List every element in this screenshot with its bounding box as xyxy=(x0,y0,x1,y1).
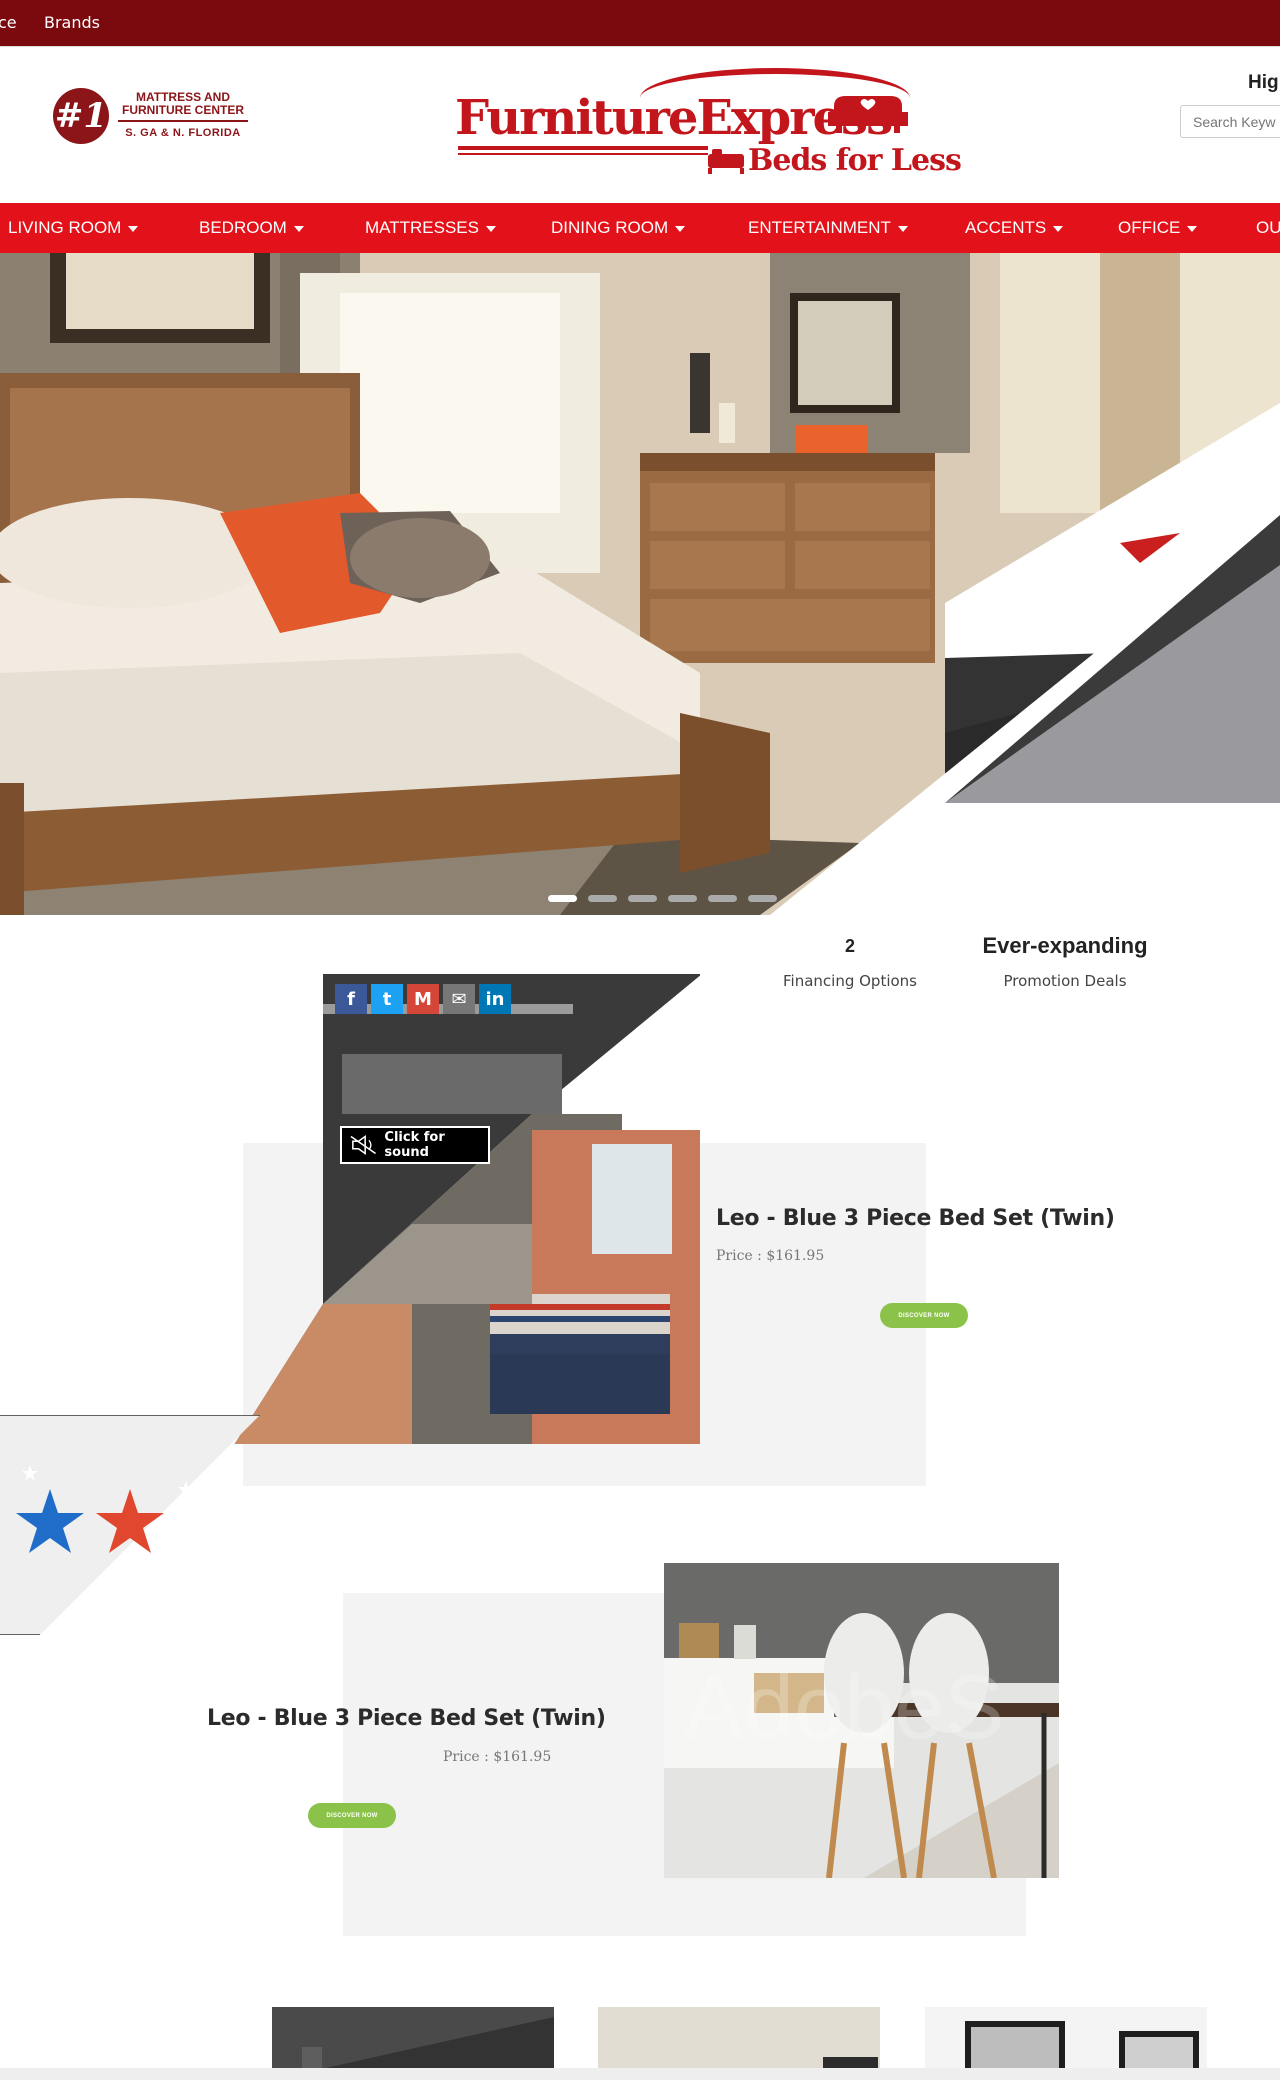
slider-dots xyxy=(548,895,777,902)
hero-bedroom-image xyxy=(0,253,1280,915)
slider-dot[interactable] xyxy=(588,895,617,902)
bed-logo-icon xyxy=(708,149,744,174)
header-greeting: Hig xyxy=(1248,72,1279,93)
watermark-text: AdobeS xyxy=(684,1658,1004,1758)
main-navigation: LIVING ROOM BEDROOM MATTRESSES DINING RO… xyxy=(0,203,1280,253)
nav-item-living-room[interactable]: LIVING ROOM xyxy=(8,218,139,238)
hero-slider[interactable] xyxy=(0,253,1280,915)
caret-down-icon xyxy=(485,225,496,232)
gmail-icon[interactable]: M xyxy=(407,984,439,1014)
nav-item-accents[interactable]: ACCENTS xyxy=(965,218,1064,238)
caret-down-icon xyxy=(293,225,304,232)
slider-dot[interactable] xyxy=(708,895,737,902)
number-one-badge-icon: #1 xyxy=(53,88,109,144)
logo-rule-thin xyxy=(458,153,708,155)
badge-headline: MATTRESS AND FURNITURE CENTER xyxy=(122,90,244,117)
nav-item-partial[interactable]: OU xyxy=(1256,218,1280,238)
twitter-icon[interactable]: t xyxy=(371,984,403,1014)
discover-now-button[interactable]: DISCOVER NOW xyxy=(880,1303,968,1328)
nav-item-office[interactable]: OFFICE xyxy=(1118,218,1198,238)
slider-dot[interactable] xyxy=(628,895,657,902)
logo-tagline: Beds for Less xyxy=(748,143,962,178)
caret-down-icon xyxy=(128,225,139,232)
stat-label: Financing Options xyxy=(783,972,917,990)
facebook-icon[interactable]: f xyxy=(335,984,367,1014)
discover-now-button[interactable]: DISCOVER NOW xyxy=(308,1803,396,1828)
slider-dot[interactable] xyxy=(548,895,577,902)
linkedin-icon[interactable]: in xyxy=(479,984,511,1014)
click-for-sound-button[interactable]: Click for sound xyxy=(340,1126,490,1164)
nav-item-entertainment[interactable]: ENTERTAINMENT xyxy=(748,218,908,238)
dining-product-image[interactable]: AdobeS xyxy=(664,1563,1059,1878)
stat-value: Ever-expanding xyxy=(982,933,1148,958)
slider-dot[interactable] xyxy=(748,895,777,902)
stat-label: Promotion Deals xyxy=(1003,972,1127,990)
product-price: Price : $161.95 xyxy=(716,1248,825,1264)
slider-dot[interactable] xyxy=(668,895,697,902)
topbar-link-brands[interactable]: Brands xyxy=(44,13,100,32)
product-price: Price : $161.95 xyxy=(443,1749,552,1765)
badge-divider xyxy=(118,120,248,122)
nav-item-bedroom[interactable]: BEDROOM xyxy=(199,218,304,238)
top-utility-bar: ce Brands xyxy=(0,0,1280,46)
product-title[interactable]: Leo - Blue 3 Piece Bed Set (Twin) xyxy=(207,1706,606,1731)
share-toolbar: f t M ✉ in xyxy=(335,984,511,1014)
caret-down-icon xyxy=(897,225,908,232)
stat-value: 2 xyxy=(844,936,855,956)
nav-item-dining-room[interactable]: DINING ROOM xyxy=(551,218,686,238)
patriotic-banner xyxy=(0,1415,260,1635)
muted-speaker-icon xyxy=(350,1135,377,1155)
product-title[interactable]: Leo - Blue 3 Piece Bed Set (Twin) xyxy=(716,1206,1115,1231)
nav-item-mattresses[interactable]: MATTRESSES xyxy=(365,218,496,238)
promo-video[interactable] xyxy=(232,974,700,1444)
caret-down-icon xyxy=(1053,225,1064,232)
email-icon[interactable]: ✉ xyxy=(443,984,475,1014)
search-input[interactable] xyxy=(1180,105,1280,138)
logo-rule xyxy=(458,146,708,150)
logo-wordmark[interactable]: FurnitureExpress xyxy=(455,90,893,146)
sound-label: Click for sound xyxy=(384,1130,445,1160)
topbar-link-partial[interactable]: ce xyxy=(0,13,17,32)
badge-region: S. GA & N. FLORIDA xyxy=(125,127,241,139)
footer-strip xyxy=(0,2068,1280,2080)
caret-down-icon xyxy=(675,225,686,232)
caret-down-icon xyxy=(1187,225,1198,232)
